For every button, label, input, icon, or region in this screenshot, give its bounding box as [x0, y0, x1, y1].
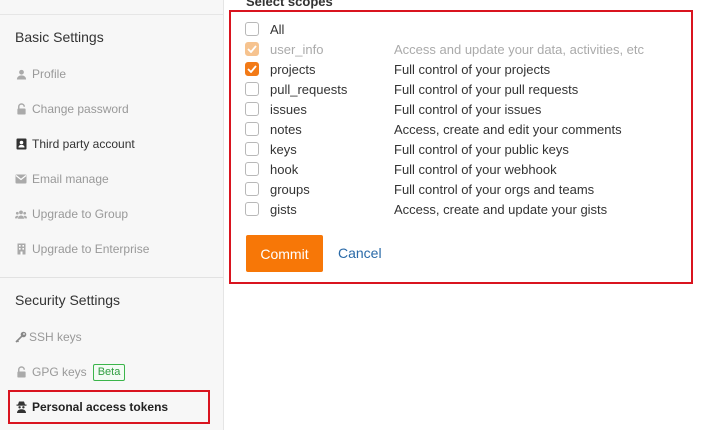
scope-row-user-info: user_info Access and update your data, a… — [245, 39, 644, 59]
pull-requests-checkbox[interactable] — [245, 82, 259, 96]
user-info-checkbox — [245, 42, 259, 56]
scope-name: keys — [270, 141, 297, 157]
scope-description: Access, create and edit your comments — [394, 121, 622, 137]
id-card-icon — [15, 138, 27, 150]
scope-row-issues: issues Full control of your issues — [245, 99, 541, 119]
scope-description: Access and update your data, activities,… — [394, 41, 645, 57]
sidebar-item-label: Upgrade to Group — [32, 207, 129, 221]
user-secret-icon — [15, 401, 27, 413]
lock-icon — [15, 103, 27, 115]
sidebar-item-label: Personal access tokens — [32, 400, 169, 414]
user-icon — [15, 68, 27, 80]
scope-description: Full control of your projects — [394, 61, 551, 77]
settings-sidebar: Basic Settings Profile Change password T… — [0, 0, 224, 430]
hook-checkbox[interactable] — [245, 162, 259, 176]
scope-row-gists: gists Access, create and update your gis… — [245, 199, 607, 219]
sidebar-item-label: GPG keys — [32, 365, 87, 379]
scope-description: Full control of your webhook — [394, 161, 557, 177]
sidebar-item-label: SSH keys — [29, 330, 82, 344]
scope-name: issues — [270, 101, 307, 117]
sidebar-item-upgrade-to-enterprise[interactable]: Upgrade to Enterprise — [15, 239, 149, 259]
scope-description: Full control of your issues — [394, 101, 542, 117]
scope-description: Full control of your orgs and teams — [394, 181, 595, 197]
commit-button[interactable]: Commit — [246, 235, 323, 272]
beta-badge: Beta — [92, 363, 126, 381]
sidebar-item-upgrade-to-group[interactable]: Upgrade to Group — [15, 204, 128, 224]
key-icon — [15, 331, 27, 343]
security-settings-title: Security Settings — [15, 292, 121, 308]
sidebar-item-change-password[interactable]: Change password — [15, 99, 129, 119]
scope-row-pull-requests: pull_requests Full control of your pull … — [245, 79, 578, 99]
section-divider — [0, 277, 224, 278]
gists-checkbox[interactable] — [245, 202, 259, 216]
scope-description: Full control of your public keys — [394, 141, 569, 157]
sidebar-item-gpg-keys[interactable]: GPG keys Beta — [15, 362, 126, 382]
cancel-link[interactable]: Cancel — [338, 245, 382, 261]
scopes-heading: Select scopes — [246, 0, 333, 9]
issues-checkbox[interactable] — [245, 102, 259, 116]
scope-name: pull_requests — [270, 81, 348, 97]
basic-settings-title: Basic Settings — [15, 29, 104, 45]
all-label: All — [270, 21, 285, 37]
scope-row-all: All — [245, 19, 284, 39]
scope-description: Full control of your pull requests — [394, 81, 579, 97]
scope-name: gists — [270, 201, 297, 217]
scope-row-hook: hook Full control of your webhook — [245, 159, 557, 179]
scope-name: groups — [270, 181, 310, 197]
sidebar-item-email-manage[interactable]: Email manage — [15, 169, 109, 189]
projects-checkbox[interactable] — [245, 62, 259, 76]
scope-name: projects — [270, 61, 316, 77]
building-icon — [15, 243, 27, 255]
sidebar-item-label: Email manage — [32, 172, 109, 186]
sidebar-item-label: Upgrade to Enterprise — [32, 242, 150, 256]
sidebar-divider — [0, 14, 224, 15]
scope-name: user_info — [270, 41, 324, 57]
sidebar-item-label: Third party account — [32, 137, 135, 151]
all-checkbox[interactable] — [245, 22, 259, 36]
scope-row-groups: groups Full control of your orgs and tea… — [245, 179, 594, 199]
scope-row-notes: notes Access, create and edit your comme… — [245, 119, 622, 139]
sidebar-item-label: Profile — [32, 67, 67, 81]
scope-name: notes — [270, 121, 302, 137]
group-icon — [15, 208, 27, 220]
envelope-icon — [15, 173, 27, 185]
sidebar-item-third-party-account[interactable]: Third party account — [15, 134, 135, 154]
groups-checkbox[interactable] — [245, 182, 259, 196]
lock-icon — [15, 366, 27, 378]
keys-checkbox[interactable] — [245, 142, 259, 156]
sidebar-item-personal-access-tokens[interactable]: Personal access tokens — [15, 397, 168, 417]
sidebar-item-label: Change password — [32, 102, 129, 116]
scope-name: hook — [270, 161, 299, 177]
sidebar-item-ssh-keys[interactable]: SSH keys — [15, 327, 82, 347]
notes-checkbox[interactable] — [245, 122, 259, 136]
scope-row-projects: projects Full control of your projects — [245, 59, 550, 79]
sidebar-item-profile[interactable]: Profile — [15, 64, 66, 84]
scope-row-keys: keys Full control of your public keys — [245, 139, 569, 159]
scope-description: Access, create and update your gists — [394, 201, 608, 217]
